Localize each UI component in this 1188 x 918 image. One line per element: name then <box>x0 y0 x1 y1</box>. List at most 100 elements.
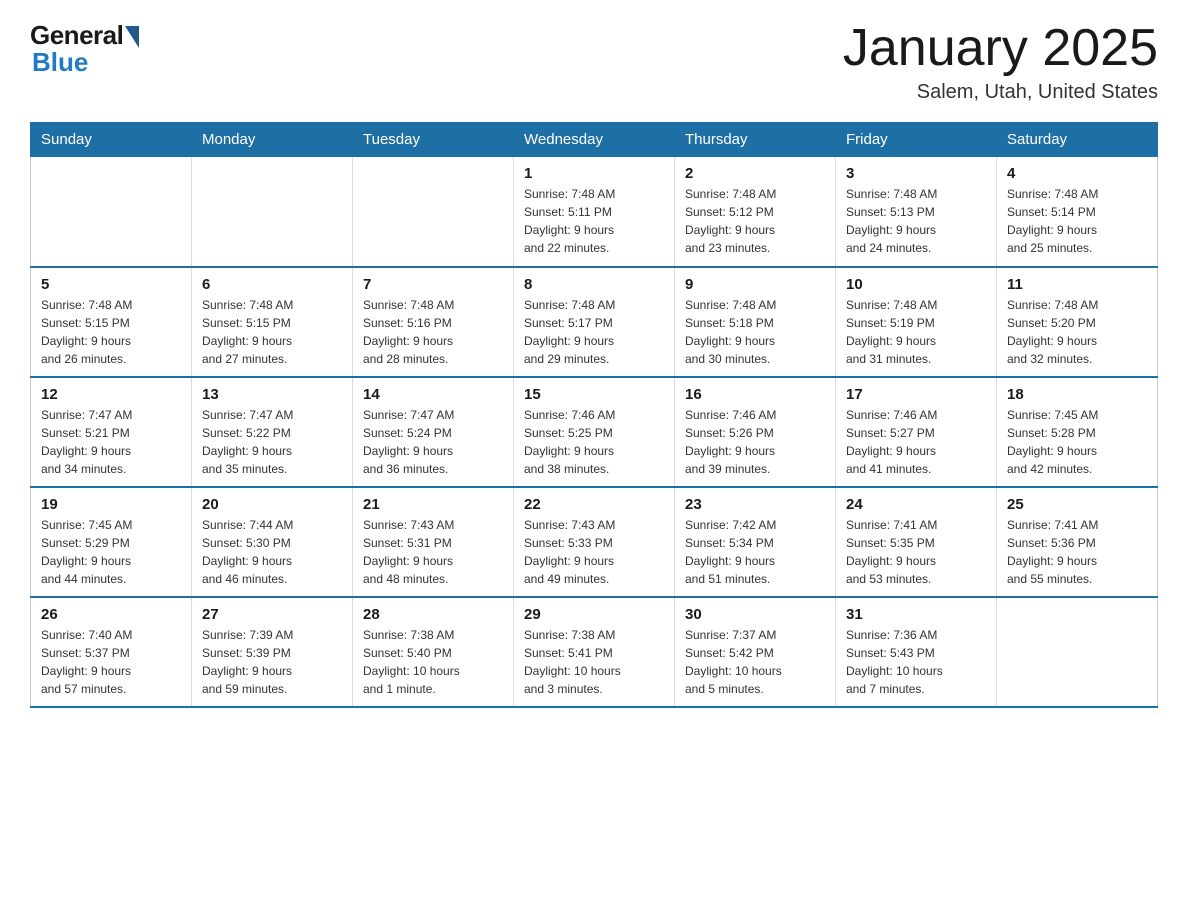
weekday-header-wednesday: Wednesday <box>514 123 675 157</box>
calendar-cell: 14 Sunrise: 7:47 AM Sunset: 5:24 PM Dayli… <box>353 377 514 487</box>
day-info-text: Sunrise: 7:48 AM Sunset: 5:15 PM Dayligh… <box>202 296 342 368</box>
weekday-header-sunday: Sunday <box>31 123 192 157</box>
day-number: 3 <box>846 165 986 182</box>
calendar-cell <box>997 597 1158 707</box>
calendar-cell: 5 Sunrise: 7:48 AM Sunset: 5:15 PM Daylig… <box>31 267 192 377</box>
day-info-text: Sunrise: 7:46 AM Sunset: 5:26 PM Dayligh… <box>685 406 825 478</box>
day-number: 26 <box>41 606 181 623</box>
day-info-text: Sunrise: 7:48 AM Sunset: 5:14 PM Dayligh… <box>1007 185 1147 257</box>
day-info-text: Sunrise: 7:41 AM Sunset: 5:35 PM Dayligh… <box>846 516 986 588</box>
calendar-cell: 21Sunrise: 7:43 AM Sunset: 5:31 PM Dayli… <box>353 487 514 597</box>
calendar-cell: 22 Sunrise: 7:43 AM Sunset: 5:33 PM Dayli… <box>514 487 675 597</box>
logo-triangle-icon <box>125 26 139 48</box>
day-info-text: Sunrise: 7:46 AM Sunset: 5:27 PM Dayligh… <box>846 406 986 478</box>
day-info-text: Sunrise: 7:36 AM Sunset: 5:43 PM Dayligh… <box>846 626 986 698</box>
calendar-cell <box>31 157 192 267</box>
calendar-cell: 27 Sunrise: 7:39 AM Sunset: 5:39 PM Dayli… <box>192 597 353 707</box>
calendar-title-section: January 2025 Salem, Utah, United States <box>843 20 1158 104</box>
day-number: 25 <box>1007 496 1147 513</box>
weekday-header-saturday: Saturday <box>997 123 1158 157</box>
weekday-header-thursday: Thursday <box>675 123 836 157</box>
calendar-week-row: 12 Sunrise: 7:47 AM Sunset: 5:21 PM Dayli… <box>31 377 1158 487</box>
weekday-header-friday: Friday <box>836 123 997 157</box>
calendar-cell: 18 Sunrise: 7:45 AM Sunset: 5:28 PM Dayli… <box>997 377 1158 487</box>
day-info-text: Sunrise: 7:42 AM Sunset: 5:34 PM Dayligh… <box>685 516 825 588</box>
day-number: 22 <box>524 496 664 513</box>
day-number: 11 <box>1007 276 1147 293</box>
day-info-text: Sunrise: 7:48 AM Sunset: 5:13 PM Dayligh… <box>846 185 986 257</box>
calendar-cell: 3 Sunrise: 7:48 AM Sunset: 5:13 PM Daylig… <box>836 157 997 267</box>
calendar-cell: 25Sunrise: 7:41 AM Sunset: 5:36 PM Dayli… <box>997 487 1158 597</box>
day-info-text: Sunrise: 7:38 AM Sunset: 5:40 PM Dayligh… <box>363 626 503 698</box>
day-number: 18 <box>1007 386 1147 403</box>
calendar-table: SundayMondayTuesdayWednesdayThursdayFrid… <box>30 122 1158 708</box>
weekday-header-row: SundayMondayTuesdayWednesdayThursdayFrid… <box>31 123 1158 157</box>
calendar-cell <box>353 157 514 267</box>
day-number: 5 <box>41 276 181 293</box>
day-number: 28 <box>363 606 503 623</box>
day-info-text: Sunrise: 7:48 AM Sunset: 5:18 PM Dayligh… <box>685 296 825 368</box>
day-info-text: Sunrise: 7:45 AM Sunset: 5:29 PM Dayligh… <box>41 516 181 588</box>
month-year-title: January 2025 <box>843 20 1158 77</box>
day-number: 8 <box>524 276 664 293</box>
calendar-cell: 10 Sunrise: 7:48 AM Sunset: 5:19 PM Dayli… <box>836 267 997 377</box>
calendar-cell: 20 Sunrise: 7:44 AM Sunset: 5:30 PM Dayli… <box>192 487 353 597</box>
day-info-text: Sunrise: 7:43 AM Sunset: 5:33 PM Dayligh… <box>524 516 664 588</box>
day-number: 24 <box>846 496 986 513</box>
day-info-text: Sunrise: 7:45 AM Sunset: 5:28 PM Dayligh… <box>1007 406 1147 478</box>
calendar-cell: 1Sunrise: 7:48 AM Sunset: 5:11 PM Daylig… <box>514 157 675 267</box>
calendar-week-row: 26 Sunrise: 7:40 AM Sunset: 5:37 PM Dayli… <box>31 597 1158 707</box>
day-number: 30 <box>685 606 825 623</box>
day-number: 16 <box>685 386 825 403</box>
calendar-cell: 7Sunrise: 7:48 AM Sunset: 5:16 PM Daylig… <box>353 267 514 377</box>
day-number: 9 <box>685 276 825 293</box>
logo: General Blue <box>30 20 139 78</box>
day-number: 15 <box>524 386 664 403</box>
weekday-header-monday: Monday <box>192 123 353 157</box>
day-info-text: Sunrise: 7:47 AM Sunset: 5:24 PM Dayligh… <box>363 406 503 478</box>
day-number: 13 <box>202 386 342 403</box>
calendar-cell: 15Sunrise: 7:46 AM Sunset: 5:25 PM Dayli… <box>514 377 675 487</box>
day-info-text: Sunrise: 7:37 AM Sunset: 5:42 PM Dayligh… <box>685 626 825 698</box>
calendar-week-row: 1Sunrise: 7:48 AM Sunset: 5:11 PM Daylig… <box>31 157 1158 267</box>
location-subtitle: Salem, Utah, United States <box>843 81 1158 104</box>
day-number: 20 <box>202 496 342 513</box>
day-number: 14 <box>363 386 503 403</box>
day-number: 10 <box>846 276 986 293</box>
calendar-cell: 28 Sunrise: 7:38 AM Sunset: 5:40 PM Dayli… <box>353 597 514 707</box>
day-number: 12 <box>41 386 181 403</box>
day-number: 4 <box>1007 165 1147 182</box>
day-info-text: Sunrise: 7:48 AM Sunset: 5:15 PM Dayligh… <box>41 296 181 368</box>
day-info-text: Sunrise: 7:48 AM Sunset: 5:20 PM Dayligh… <box>1007 296 1147 368</box>
day-info-text: Sunrise: 7:44 AM Sunset: 5:30 PM Dayligh… <box>202 516 342 588</box>
calendar-cell: 8 Sunrise: 7:48 AM Sunset: 5:17 PM Daylig… <box>514 267 675 377</box>
calendar-cell: 6 Sunrise: 7:48 AM Sunset: 5:15 PM Daylig… <box>192 267 353 377</box>
day-number: 29 <box>524 606 664 623</box>
day-info-text: Sunrise: 7:48 AM Sunset: 5:19 PM Dayligh… <box>846 296 986 368</box>
day-info-text: Sunrise: 7:39 AM Sunset: 5:39 PM Dayligh… <box>202 626 342 698</box>
calendar-cell: 29Sunrise: 7:38 AM Sunset: 5:41 PM Dayli… <box>514 597 675 707</box>
day-number: 2 <box>685 165 825 182</box>
day-info-text: Sunrise: 7:48 AM Sunset: 5:17 PM Dayligh… <box>524 296 664 368</box>
day-number: 27 <box>202 606 342 623</box>
calendar-cell: 12 Sunrise: 7:47 AM Sunset: 5:21 PM Dayli… <box>31 377 192 487</box>
calendar-week-row: 5 Sunrise: 7:48 AM Sunset: 5:15 PM Daylig… <box>31 267 1158 377</box>
calendar-cell: 11 Sunrise: 7:48 AM Sunset: 5:20 PM Dayli… <box>997 267 1158 377</box>
day-number: 6 <box>202 276 342 293</box>
calendar-cell: 24 Sunrise: 7:41 AM Sunset: 5:35 PM Dayli… <box>836 487 997 597</box>
day-info-text: Sunrise: 7:40 AM Sunset: 5:37 PM Dayligh… <box>41 626 181 698</box>
calendar-cell: 13Sunrise: 7:47 AM Sunset: 5:22 PM Dayli… <box>192 377 353 487</box>
calendar-cell: 4 Sunrise: 7:48 AM Sunset: 5:14 PM Daylig… <box>997 157 1158 267</box>
calendar-cell: 30 Sunrise: 7:37 AM Sunset: 5:42 PM Dayli… <box>675 597 836 707</box>
day-number: 21 <box>363 496 503 513</box>
calendar-cell: 31 Sunrise: 7:36 AM Sunset: 5:43 PM Dayli… <box>836 597 997 707</box>
day-number: 23 <box>685 496 825 513</box>
weekday-header-tuesday: Tuesday <box>353 123 514 157</box>
day-number: 17 <box>846 386 986 403</box>
calendar-cell: 16 Sunrise: 7:46 AM Sunset: 5:26 PM Dayli… <box>675 377 836 487</box>
day-info-text: Sunrise: 7:48 AM Sunset: 5:11 PM Dayligh… <box>524 185 664 257</box>
page-header: General Blue January 2025 Salem, Utah, U… <box>30 20 1158 104</box>
day-number: 31 <box>846 606 986 623</box>
day-info-text: Sunrise: 7:47 AM Sunset: 5:21 PM Dayligh… <box>41 406 181 478</box>
calendar-cell: 17 Sunrise: 7:46 AM Sunset: 5:27 PM Dayli… <box>836 377 997 487</box>
